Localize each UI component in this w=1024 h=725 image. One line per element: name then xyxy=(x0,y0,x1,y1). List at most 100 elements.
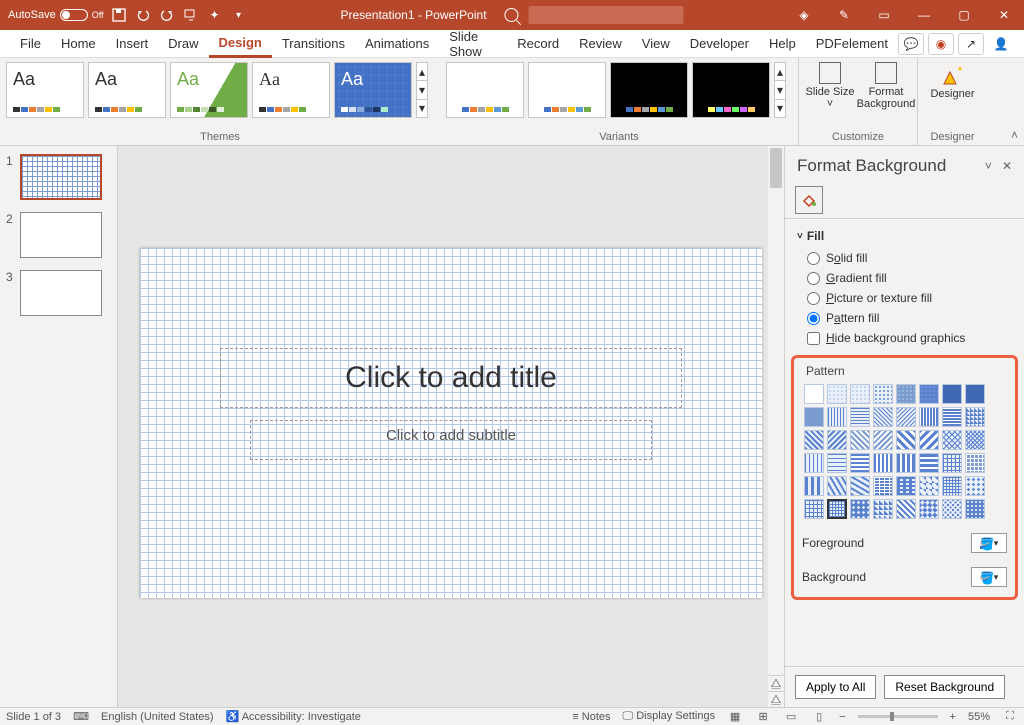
solid-fill-radio[interactable]: Solid fill xyxy=(807,251,1012,265)
pattern-swatch[interactable] xyxy=(965,453,985,473)
pattern-swatch[interactable] xyxy=(965,407,985,427)
spell-check-icon[interactable]: ⌨ xyxy=(73,710,89,724)
tab-help[interactable]: Help xyxy=(759,30,806,58)
pattern-swatch[interactable] xyxy=(896,499,916,519)
close-icon[interactable]: ✕ xyxy=(984,0,1024,30)
pattern-swatch[interactable] xyxy=(850,453,870,473)
pattern-swatch[interactable] xyxy=(804,499,824,519)
reading-view-icon[interactable]: ▭ xyxy=(783,710,799,724)
pattern-swatch[interactable] xyxy=(850,476,870,496)
picture-fill-radio[interactable]: Picture or texture fill xyxy=(807,291,1012,305)
pattern-swatch[interactable] xyxy=(942,407,962,427)
pattern-swatch[interactable] xyxy=(942,430,962,450)
pattern-swatch[interactable] xyxy=(942,499,962,519)
apply-all-button[interactable]: Apply to All xyxy=(795,675,876,699)
search-icon[interactable] xyxy=(505,8,519,22)
autosave-toggle[interactable]: AutoSave Off xyxy=(8,9,104,21)
theme-option[interactable]: Aa xyxy=(88,62,166,118)
tab-file[interactable]: File xyxy=(10,30,51,58)
comments-button[interactable]: 💬 xyxy=(898,33,924,55)
variant-option[interactable] xyxy=(528,62,606,118)
tab-animations[interactable]: Animations xyxy=(355,30,439,58)
designer-button[interactable]: Designer xyxy=(925,62,981,100)
pattern-swatch[interactable] xyxy=(896,476,916,496)
pattern-swatch[interactable] xyxy=(827,453,847,473)
format-background-button[interactable]: Format Background xyxy=(861,62,911,110)
gradient-fill-radio[interactable]: Gradient fill xyxy=(807,271,1012,285)
slide-count[interactable]: Slide 1 of 3 xyxy=(6,711,61,723)
zoom-out-button[interactable]: − xyxy=(839,711,845,723)
slideshow-view-icon[interactable]: ▯ xyxy=(811,710,827,724)
maximize-icon[interactable]: ▢ xyxy=(944,0,984,30)
diamond-icon[interactable]: ◈ xyxy=(784,0,824,30)
pattern-swatch[interactable] xyxy=(804,384,824,404)
pattern-swatch[interactable] xyxy=(896,430,916,450)
pattern-swatch[interactable] xyxy=(827,430,847,450)
pattern-swatch[interactable] xyxy=(850,499,870,519)
coming-soon-icon[interactable]: ✎ xyxy=(824,0,864,30)
hide-bg-checkbox[interactable]: Hide background graphics xyxy=(807,331,1012,345)
pattern-swatch[interactable] xyxy=(873,499,893,519)
pattern-swatch[interactable] xyxy=(965,476,985,496)
pattern-swatch[interactable] xyxy=(942,384,962,404)
pattern-swatch[interactable] xyxy=(965,430,985,450)
zoom-in-button[interactable]: + xyxy=(950,711,956,723)
pane-options-icon[interactable]: ˅ xyxy=(985,159,992,173)
foreground-color-button[interactable]: 🪣▾ xyxy=(971,533,1007,553)
tab-home[interactable]: Home xyxy=(51,30,106,58)
slide-thumbnail[interactable] xyxy=(20,154,102,200)
tab-draw[interactable]: Draw xyxy=(158,30,208,58)
theme-option[interactable]: Aa xyxy=(6,62,84,118)
minimize-icon[interactable]: — xyxy=(904,0,944,30)
pattern-swatch[interactable] xyxy=(965,499,985,519)
tab-transitions[interactable]: Transitions xyxy=(272,30,355,58)
background-color-button[interactable]: 🪣▾ xyxy=(971,567,1007,587)
pattern-swatch[interactable] xyxy=(919,430,939,450)
slide-thumbnail[interactable] xyxy=(20,270,102,316)
theme-option[interactable]: Aa xyxy=(334,62,412,118)
pattern-swatch[interactable] xyxy=(942,476,962,496)
display-settings-button[interactable]: 🖵 Display Settings xyxy=(623,710,716,723)
save-icon[interactable] xyxy=(110,6,128,24)
theme-option[interactable]: Aa xyxy=(170,62,248,118)
language-status[interactable]: English (United States) xyxy=(101,711,214,723)
tab-record[interactable]: Record xyxy=(507,30,569,58)
pattern-swatch[interactable] xyxy=(850,384,870,404)
collapse-ribbon-icon[interactable]: ˄ xyxy=(1011,128,1018,142)
next-slide-icon[interactable]: ⧋ xyxy=(768,691,784,707)
tab-pdfelement[interactable]: PDFelement xyxy=(806,30,898,58)
pattern-swatch[interactable] xyxy=(965,384,985,404)
slide-thumbnail[interactable] xyxy=(20,212,102,258)
variant-option[interactable] xyxy=(610,62,688,118)
tab-insert[interactable]: Insert xyxy=(106,30,159,58)
pattern-swatch[interactable] xyxy=(827,384,847,404)
theme-option[interactable]: Aa xyxy=(252,62,330,118)
slide-size-button[interactable]: Slide Size ˅ xyxy=(805,62,855,110)
pattern-swatch[interactable] xyxy=(850,407,870,427)
tab-developer[interactable]: Developer xyxy=(680,30,759,58)
pattern-swatch[interactable] xyxy=(873,476,893,496)
pattern-swatch[interactable] xyxy=(896,384,916,404)
subtitle-placeholder[interactable]: Click to add subtitle xyxy=(250,420,652,460)
variant-option[interactable] xyxy=(692,62,770,118)
search-box[interactable] xyxy=(529,6,684,24)
prev-slide-icon[interactable]: ⧋ xyxy=(768,675,784,691)
tab-design[interactable]: Design xyxy=(209,30,272,58)
pattern-swatch[interactable] xyxy=(896,407,916,427)
pane-close-icon[interactable]: ✕ xyxy=(1002,159,1012,173)
account-button[interactable]: 👤 xyxy=(988,33,1014,55)
zoom-percent[interactable]: 55% xyxy=(968,711,990,723)
pattern-swatch[interactable] xyxy=(919,476,939,496)
reset-background-button[interactable]: Reset Background xyxy=(884,675,1005,699)
slide-sorter-icon[interactable]: ⊞ xyxy=(755,710,771,724)
pattern-swatch[interactable] xyxy=(919,407,939,427)
themes-more[interactable]: ▴▾▾ xyxy=(416,62,428,118)
pattern-swatch[interactable] xyxy=(873,384,893,404)
pattern-swatch[interactable] xyxy=(873,430,893,450)
title-placeholder[interactable]: Click to add title xyxy=(220,348,682,408)
tab-slideshow[interactable]: Slide Show xyxy=(439,30,507,58)
ribbon-display-icon[interactable]: ▭ xyxy=(864,0,904,30)
accessibility-status[interactable]: ♿ Accessibility: Investigate xyxy=(226,710,361,723)
pattern-swatch[interactable] xyxy=(827,407,847,427)
redo-icon[interactable] xyxy=(158,6,176,24)
